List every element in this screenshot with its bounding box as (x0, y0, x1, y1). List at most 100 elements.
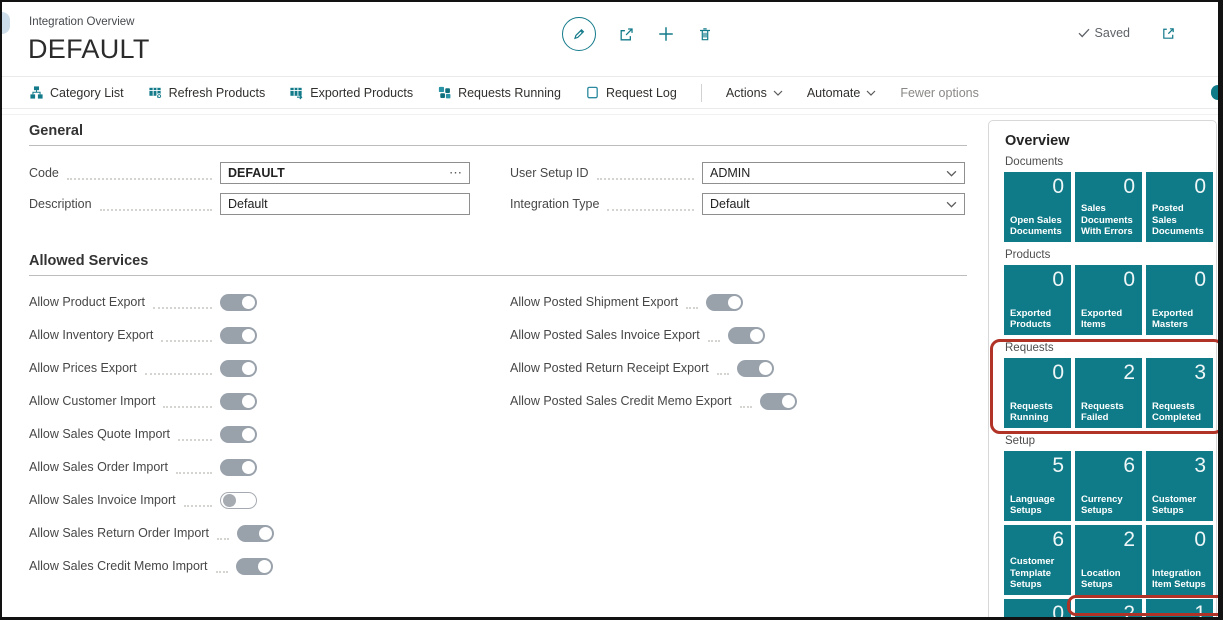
new-button[interactable] (657, 25, 675, 43)
sales-documents-with-errors-tile[interactable]: 0Sales Documents With Errors (1075, 172, 1142, 242)
integration-type-select[interactable]: Default (702, 193, 965, 215)
popout-button[interactable] (1161, 26, 1176, 41)
exported-products-tile[interactable]: 0Exported Products (1004, 265, 1071, 335)
page-header: Integration Overview DEFAULT (2, 2, 1218, 77)
tile-value: 0 (1052, 361, 1064, 385)
request-log-button[interactable]: Request Log (585, 85, 677, 100)
currency-setups-tile[interactable]: 6Currency Setups (1075, 451, 1142, 521)
tile-label: Customer Setups (1152, 494, 1210, 516)
tile-groups: Documents0Open Sales Documents0Sales Doc… (1004, 156, 1216, 620)
delete-button[interactable] (697, 26, 713, 43)
chevron-down-icon[interactable] (946, 201, 957, 208)
toggle-label: Allow Prices Export (29, 361, 137, 375)
tile-value: 5 (1052, 454, 1064, 478)
dotted-leader (153, 296, 212, 309)
user-setup-id-select[interactable]: ADMIN (702, 162, 965, 184)
code-field-row: Code DEFAULT ⋯ (29, 162, 470, 184)
pencil-icon (571, 26, 587, 42)
edit-button[interactable] (562, 17, 596, 51)
exported-masters-tile[interactable]: 0 Exported Masters (1146, 265, 1213, 335)
tile-value: 2 (1123, 528, 1135, 552)
toggle-row: Allow Prices Export (29, 358, 257, 378)
exported-products-button[interactable]: Exported Products (289, 85, 413, 100)
tile-value: 1 (1194, 602, 1206, 620)
category-list-button[interactable]: Category List (29, 85, 124, 100)
toggle-label: Allow Product Export (29, 295, 145, 309)
general-fields: Code DEFAULT ⋯ User Setup ID ADMIN (29, 162, 967, 215)
scheduled-request-setups-tile[interactable]: 1Scheduled Request Setups (1146, 599, 1213, 620)
customer-setups-tile[interactable]: 3Customer Setups (1146, 451, 1213, 521)
actions-menu[interactable]: Actions (726, 86, 783, 100)
toggle-row: Allow Sales Quote Import (29, 424, 257, 444)
refresh-products-button[interactable]: Refresh Products (148, 85, 266, 100)
general-section: General Code DEFAULT ⋯ User Setup ID ADM… (29, 123, 967, 215)
toggles-column-left: Allow Product ExportAllow Inventory Expo… (29, 292, 257, 589)
allowed-services-heading: Allowed Services (29, 253, 967, 276)
allow-customer-import-toggle[interactable] (220, 393, 257, 410)
exported-items-tile[interactable]: 0Exported Items (1075, 265, 1142, 335)
additional-data-setups-tile[interactable]: 0Additional Data Setups (1004, 599, 1071, 620)
tile-value: 6 (1123, 454, 1135, 478)
tile-label: Integration Item Setups (1152, 568, 1210, 590)
tile-value: 2 (1123, 602, 1135, 620)
chevron-down-icon[interactable] (946, 170, 957, 177)
allow-posted-return-receipt-export-toggle[interactable] (737, 360, 774, 377)
open-sales-documents-tile[interactable]: 0Open Sales Documents (1004, 172, 1071, 242)
toggle-label: Allow Sales Credit Memo Import (29, 559, 208, 573)
dotted-leader (163, 395, 212, 408)
dotted-leader (217, 527, 229, 540)
allow-sales-order-import-toggle[interactable] (220, 459, 257, 476)
category-list-icon (29, 85, 44, 100)
location-setups-tile[interactable]: 2 Location Setups (1075, 525, 1142, 595)
code-input[interactable]: DEFAULT ⋯ (220, 162, 470, 184)
allow-sales-quote-import-toggle[interactable] (220, 426, 257, 443)
general-heading: General (29, 123, 967, 146)
popout-icon (1161, 26, 1176, 41)
allow-product-export-toggle[interactable] (220, 294, 257, 311)
divider (2, 114, 1218, 115)
allow-sales-credit-memo-import-toggle[interactable] (236, 558, 273, 575)
posted-sales-documents-tile[interactable]: 0Posted Sales Documents (1146, 172, 1213, 242)
allow-sales-return-order-import-toggle[interactable] (237, 525, 274, 542)
dotted-leader (184, 494, 212, 507)
tile-label: Exported Masters (1152, 308, 1210, 330)
record-actions (562, 17, 713, 51)
tile-label: Language Setups (1010, 494, 1068, 516)
requests-running-tile[interactable]: 0Requests Running (1004, 358, 1071, 428)
allow-sales-invoice-import-toggle[interactable] (220, 492, 257, 509)
share-button[interactable] (618, 26, 635, 43)
requests-group: Requests0Requests Running2Requests Faile… (1004, 342, 1216, 428)
assist-edit-button[interactable]: ⋯ (449, 165, 462, 181)
request-setups-tile[interactable]: 2Request Setups (1075, 599, 1142, 620)
tile-value: 0 (1052, 602, 1064, 620)
tile-value: 0 (1194, 528, 1206, 552)
allow-posted-sales-credit-memo-export-toggle[interactable] (760, 393, 797, 410)
group-label: Setup (1005, 435, 1216, 447)
allow-posted-shipment-export-toggle[interactable] (706, 294, 743, 311)
fewer-options-button[interactable]: Fewer options (900, 86, 979, 100)
allow-inventory-export-toggle[interactable] (220, 327, 257, 344)
allow-prices-export-toggle[interactable] (220, 360, 257, 377)
tile-value: 0 (1194, 268, 1206, 292)
description-input[interactable]: Default (220, 193, 470, 215)
toggle-row: Allow Sales Order Import (29, 457, 257, 477)
tile-label: Location Setups (1081, 568, 1139, 590)
tile-value: 2 (1123, 361, 1135, 385)
group-label: Products (1005, 249, 1216, 261)
toggle-row: Allow Posted Shipment Export (510, 292, 737, 312)
language-setups-tile[interactable]: 5 Language Setups (1004, 451, 1071, 521)
breadcrumb[interactable]: Integration Overview (29, 16, 134, 28)
integration-item-setups-tile[interactable]: 0 Integration Item Setups (1146, 525, 1213, 595)
right-panel-handle[interactable] (1211, 85, 1218, 100)
dotted-leader (67, 167, 212, 180)
toggle-label: Allow Posted Sales Credit Memo Export (510, 394, 732, 408)
automate-menu[interactable]: Automate (807, 86, 877, 100)
requests-failed-tile[interactable]: 2Requests Failed (1075, 358, 1142, 428)
toggle-label: Allow Customer Import (29, 394, 155, 408)
field-label: User Setup ID (510, 166, 589, 180)
customer-template-setups-tile[interactable]: 6Customer Template Setups (1004, 525, 1071, 595)
allow-posted-sales-invoice-export-toggle[interactable] (728, 327, 765, 344)
chevron-down-icon (773, 90, 783, 96)
requests-running-button[interactable]: Requests Running (437, 85, 561, 100)
requests-completed-tile[interactable]: 3Requests Completed (1146, 358, 1213, 428)
